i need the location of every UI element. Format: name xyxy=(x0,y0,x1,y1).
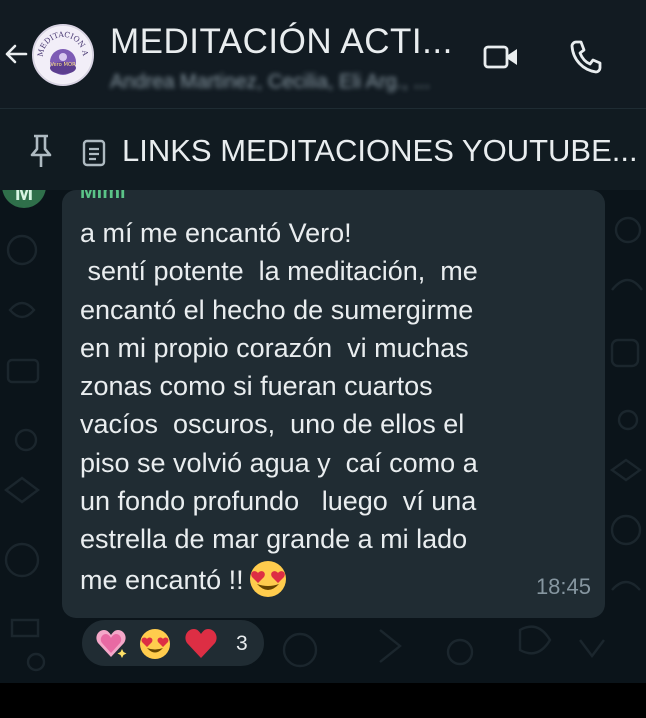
red-heart-emoji xyxy=(185,629,217,658)
chat-screen: MEDITACION ACT Vero MOR MEDITACIÓN ACTI.… xyxy=(0,0,646,718)
chat-participants[interactable]: Andrea Martinez, Cecilia, Eli Arg., ... xyxy=(110,68,460,96)
reaction-count: 3 xyxy=(236,632,248,655)
heart-eyes-emoji xyxy=(249,560,286,597)
pin-icon xyxy=(30,134,52,167)
chat-title[interactable]: MEDITACIÓN ACTI... xyxy=(110,22,453,62)
pinned-message-text: LINKS MEDITACIONES YOUTUBE... xyxy=(122,133,638,168)
back-arrow-icon[interactable] xyxy=(2,40,30,68)
message-text: a mí me encantó Vero! sentí potente la m… xyxy=(80,214,600,599)
message-list[interactable]: M Mimi a mí me encantó Vero! sentí poten… xyxy=(0,190,646,683)
message-timestamp: 18:45 xyxy=(535,574,591,599)
reactions-bar[interactable]: 3 xyxy=(80,618,266,668)
sparkling-heart-emoji xyxy=(96,630,127,658)
chat-header: MEDITACION ACT Vero MOR MEDITACIÓN ACTI.… xyxy=(0,0,646,108)
pinned-message-bar[interactable]: LINKS MEDITACIONES YOUTUBE... xyxy=(0,108,646,190)
phone-icon[interactable] xyxy=(568,38,602,74)
message-bubble[interactable]: Mimi a mí me encantó Vero! sentí potente… xyxy=(62,190,605,618)
sender-name[interactable]: Mimi xyxy=(80,190,126,202)
svg-text:Vero MOR: Vero MOR xyxy=(50,62,76,68)
video-call-icon[interactable] xyxy=(482,42,520,72)
document-icon xyxy=(82,139,106,167)
bottom-edge xyxy=(0,683,646,718)
heart-eyes-emoji xyxy=(140,629,170,659)
message-body: a mí me encantó Vero! sentí potente la m… xyxy=(80,218,478,595)
group-avatar[interactable]: MEDITACION ACT Vero MOR xyxy=(32,24,94,86)
group-avatar-logo: MEDITACION ACT Vero MOR xyxy=(34,26,91,83)
